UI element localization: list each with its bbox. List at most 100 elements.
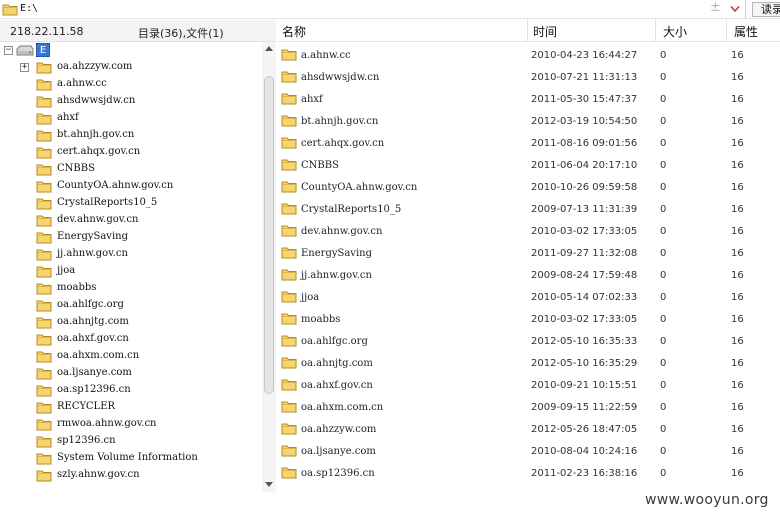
file-row[interactable]: jj.ahnw.gov.cn 2009-08-24 17:59:48 0 16 <box>278 264 780 286</box>
file-size: 0 <box>660 292 667 303</box>
file-row[interactable]: oa.sp12396.cn 2011-02-23 16:38:16 0 16 <box>278 462 780 484</box>
file-attr: 16 <box>731 402 744 413</box>
file-row[interactable]: oa.ahxm.com.cn 2009-09-15 11:22:59 0 16 <box>278 396 780 418</box>
file-row[interactable]: oa.ahnjtg.com 2012-05-10 16:35:29 0 16 <box>278 352 780 374</box>
file-size: 0 <box>660 160 667 171</box>
file-time: 2012-05-10 16:35:29 <box>531 358 638 369</box>
column-header-time[interactable]: 时间 <box>533 23 557 40</box>
file-row[interactable]: moabbs 2010-03-02 17:33:05 0 16 <box>278 308 780 330</box>
file-row[interactable]: CrystalReports10_5 2009-07-13 11:31:39 0 16 <box>278 198 780 220</box>
file-row[interactable]: CNBBS 2011-06-04 20:17:10 0 16 <box>278 154 780 176</box>
tree-item[interactable]: oa.sp12396.cn <box>0 383 262 400</box>
tree-item[interactable]: rmwoa.ahnw.gov.cn <box>0 417 262 434</box>
tree-item[interactable]: oa.ljsanye.com <box>0 366 262 383</box>
folder-icon <box>36 95 52 111</box>
tree-item[interactable]: jjoa <box>0 264 262 281</box>
file-time: 2011-08-16 09:01:56 <box>531 138 638 149</box>
folder-icon <box>36 197 52 213</box>
tree-item[interactable]: oa.ahnjtg.com <box>0 315 262 332</box>
column-header-size[interactable]: 大小 <box>663 23 687 40</box>
file-row[interactable]: oa.ahxf.gov.cn 2010-09-21 10:15:51 0 16 <box>278 374 780 396</box>
column-divider[interactable] <box>655 20 656 42</box>
folder-icon <box>281 312 297 328</box>
file-row[interactable]: ahsdwwsjdw.cn 2010-07-21 11:31:13 0 16 <box>278 66 780 88</box>
tree-item[interactable]: + oa.ahzzyw.com <box>0 60 262 77</box>
add-icon[interactable]: ± <box>710 1 721 15</box>
tree-item[interactable]: CountyOA.ahnw.gov.cn <box>0 179 262 196</box>
file-attr: 16 <box>731 160 744 171</box>
tree-item[interactable]: oa.ahxf.gov.cn <box>0 332 262 349</box>
tree-item[interactable]: bt.ahnjh.gov.cn <box>0 128 262 145</box>
tree-item[interactable]: System Volume Information <box>0 451 262 468</box>
folder-icon <box>36 265 52 281</box>
tree-item-label: sp12396.cn <box>57 435 116 446</box>
tree-item-label: oa.ahlfgc.org <box>57 299 124 310</box>
tree-item-label: CrystalReports10_5 <box>57 197 158 208</box>
file-list[interactable]: a.ahnw.cc 2010-04-23 16:44:27 0 16 ahsdwwsjd… <box>278 44 780 494</box>
tree-item[interactable]: szly.ahnw.gov.cn <box>0 468 262 485</box>
chevron-down-icon[interactable] <box>730 3 740 16</box>
tree-item[interactable]: a.ahnw.cc <box>0 77 262 94</box>
column-divider[interactable] <box>527 20 528 42</box>
folder-icon <box>36 248 52 264</box>
expand-icon[interactable]: + <box>20 63 29 72</box>
tree-item[interactable]: jj.ahnw.gov.cn <box>0 247 262 264</box>
tree-item[interactable]: moabbs <box>0 281 262 298</box>
file-attr: 16 <box>731 292 744 303</box>
file-row[interactable]: oa.ahzzyw.com 2012-05-26 18:47:05 0 16 <box>278 418 780 440</box>
drive-label[interactable]: E <box>36 43 50 57</box>
file-row[interactable]: bt.ahnjh.gov.cn 2012-03-19 10:54:50 0 16 <box>278 110 780 132</box>
folder-icon <box>2 3 18 19</box>
column-header-name[interactable]: 名称 <box>282 23 306 40</box>
file-row[interactable]: EnergySaving 2011-09-27 11:32:08 0 16 <box>278 242 780 264</box>
tree-item[interactable]: dev.ahnw.gov.cn <box>0 213 262 230</box>
file-size: 0 <box>660 358 667 369</box>
tree-item-label: CNBBS <box>57 163 95 174</box>
tree-item[interactable]: oa.ahlfgc.org <box>0 298 262 315</box>
directory-tree[interactable]: − E + oa.ahzzyw.com a.ahnw.cc ahsdwwsjdw.cn… <box>0 42 262 492</box>
tree-item[interactable]: sp12396.cn <box>0 434 262 451</box>
tree-item[interactable]: ahxf <box>0 111 262 128</box>
file-row[interactable]: jjoa 2010-05-14 07:02:33 0 16 <box>278 286 780 308</box>
folder-icon <box>281 422 297 438</box>
file-row[interactable]: dev.ahnw.gov.cn 2010-03-02 17:33:05 0 16 <box>278 220 780 242</box>
file-size: 0 <box>660 336 667 347</box>
tree-item[interactable]: CNBBS <box>0 162 262 179</box>
file-row[interactable]: a.ahnw.cc 2010-04-23 16:44:27 0 16 <box>278 44 780 66</box>
folder-icon <box>281 356 297 372</box>
file-row[interactable]: cert.ahqx.gov.cn 2011-08-16 09:01:56 0 16 <box>278 132 780 154</box>
file-row[interactable]: oa.ahlfgc.org 2012-05-10 16:35:33 0 16 <box>278 330 780 352</box>
scroll-up-icon[interactable] <box>265 46 273 51</box>
folder-icon <box>281 114 297 130</box>
drive-icon <box>16 45 34 60</box>
tree-item[interactable]: cert.ahqx.gov.cn <box>0 145 262 162</box>
scroll-thumb[interactable] <box>264 76 274 394</box>
tree-item[interactable]: oa.ahxm.com.cn <box>0 349 262 366</box>
folder-icon <box>281 180 297 196</box>
column-divider[interactable] <box>726 20 727 42</box>
file-row[interactable]: oa.ljsanye.com 2010-08-04 10:24:16 0 16 <box>278 440 780 462</box>
tree-item[interactable]: ahsdwwsjdw.cn <box>0 94 262 111</box>
tree-item[interactable]: EnergySaving <box>0 230 262 247</box>
collapse-icon[interactable]: − <box>4 46 13 55</box>
file-row[interactable]: CountyOA.ahnw.gov.cn 2010-10-26 09:59:58 0… <box>278 176 780 198</box>
tree-scrollbar[interactable] <box>262 42 276 492</box>
column-header-attr[interactable]: 属性 <box>734 23 758 40</box>
file-size: 0 <box>660 182 667 193</box>
file-name: jj.ahnw.gov.cn <box>301 270 372 281</box>
read-button[interactable]: 读录 <box>752 2 780 17</box>
tree-item-label: oa.sp12396.cn <box>57 384 131 395</box>
folder-icon <box>281 158 297 174</box>
file-time: 2009-08-24 17:59:48 <box>531 270 638 281</box>
folder-icon <box>281 48 297 64</box>
file-name: oa.sp12396.cn <box>301 468 375 479</box>
file-attr: 16 <box>731 50 744 61</box>
folder-icon <box>281 444 297 460</box>
scroll-down-icon[interactable] <box>265 482 273 487</box>
tree-item[interactable]: RECYCLER <box>0 400 262 417</box>
address-path[interactable]: E:\ <box>20 3 38 14</box>
divider <box>745 0 746 19</box>
tree-root-drive[interactable]: − E <box>0 43 262 60</box>
tree-item[interactable]: CrystalReports10_5 <box>0 196 262 213</box>
file-row[interactable]: ahxf 2011-05-30 15:47:37 0 16 <box>278 88 780 110</box>
